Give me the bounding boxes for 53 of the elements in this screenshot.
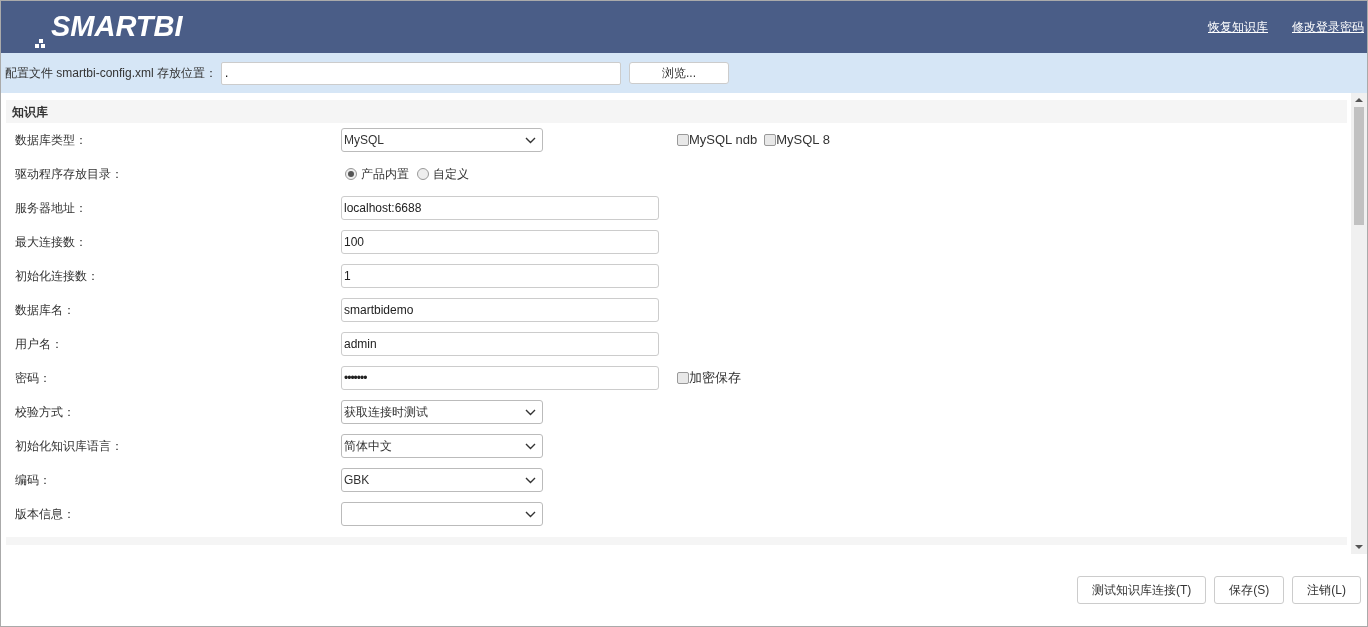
caret-icon <box>525 442 536 450</box>
field-label: 初始化知识库语言： <box>14 438 124 455</box>
checkbox-label: MySQL 8 <box>776 131 830 150</box>
section-title: 知识库 <box>12 103 48 121</box>
input-field[interactable]: 1 <box>341 264 659 288</box>
input-field[interactable]: smartbidemo <box>341 298 659 322</box>
header-link[interactable]: 修改登录密码 <box>1292 18 1364 36</box>
checkbox-label: MySQL ndb <box>689 131 758 150</box>
radio-label: 自定义 <box>433 166 469 183</box>
field-label: 编码： <box>14 472 52 489</box>
field-label: 数据库类型： <box>14 132 88 149</box>
dropdown[interactable]: 获取连接时测试 <box>341 400 543 424</box>
field-label: 初始化连接数： <box>14 268 100 285</box>
header-link[interactable]: 恢复知识库 <box>1208 18 1268 36</box>
footer-button[interactable]: 注销(L) <box>1292 576 1361 604</box>
scroll-up-icon[interactable] <box>1355 97 1363 103</box>
checkbox[interactable] <box>677 134 689 146</box>
footer-button[interactable]: 测试知识库连接(T) <box>1077 576 1207 604</box>
browse-button[interactable]: 浏览... <box>629 62 730 84</box>
radio-label: 产品内置 <box>361 166 409 183</box>
field-label: 用户名： <box>14 336 64 353</box>
dropdown[interactable]: MySQL <box>341 128 543 152</box>
logo-icon <box>35 38 47 49</box>
field-label: 校验方式： <box>14 404 76 421</box>
input-field[interactable]: admin <box>341 332 659 356</box>
field-label: 数据库名： <box>14 302 76 319</box>
field-label: 版本信息： <box>14 506 76 523</box>
caret-icon <box>525 476 536 484</box>
input-field[interactable]: 100 <box>341 230 659 254</box>
checkbox[interactable] <box>677 372 689 384</box>
config-path-field[interactable]: . <box>221 61 622 85</box>
logo: SMARTBI <box>51 9 183 45</box>
config-path-label: 配置文件 smartbi-config.xml 存放位置： <box>5 65 218 82</box>
checkbox-label: 加密保存 <box>689 369 741 388</box>
input-field[interactable]: localhost:6688 <box>341 196 659 220</box>
caret-icon <box>525 408 536 416</box>
scroll-down-icon[interactable] <box>1355 544 1363 550</box>
field-label: 驱动程序存放目录： <box>14 166 124 183</box>
caret-icon <box>525 136 536 144</box>
radio-button[interactable] <box>345 168 357 180</box>
field-label: 服务器地址： <box>14 200 88 217</box>
caret-icon <box>525 510 536 518</box>
radio-button[interactable] <box>417 168 429 180</box>
scrollbar[interactable] <box>1351 93 1367 554</box>
field-label: 密码： <box>14 370 52 387</box>
dropdown[interactable]: GBK <box>341 468 543 492</box>
footer-button[interactable]: 保存(S) <box>1214 576 1285 604</box>
checkbox[interactable] <box>764 134 777 146</box>
input-field[interactable]: ••••••• <box>341 366 659 390</box>
scrollbar-thumb[interactable] <box>1354 107 1364 225</box>
field-label: 最大连接数： <box>14 234 88 251</box>
dropdown[interactable] <box>341 502 543 526</box>
dropdown[interactable]: 简体中文 <box>341 434 543 458</box>
